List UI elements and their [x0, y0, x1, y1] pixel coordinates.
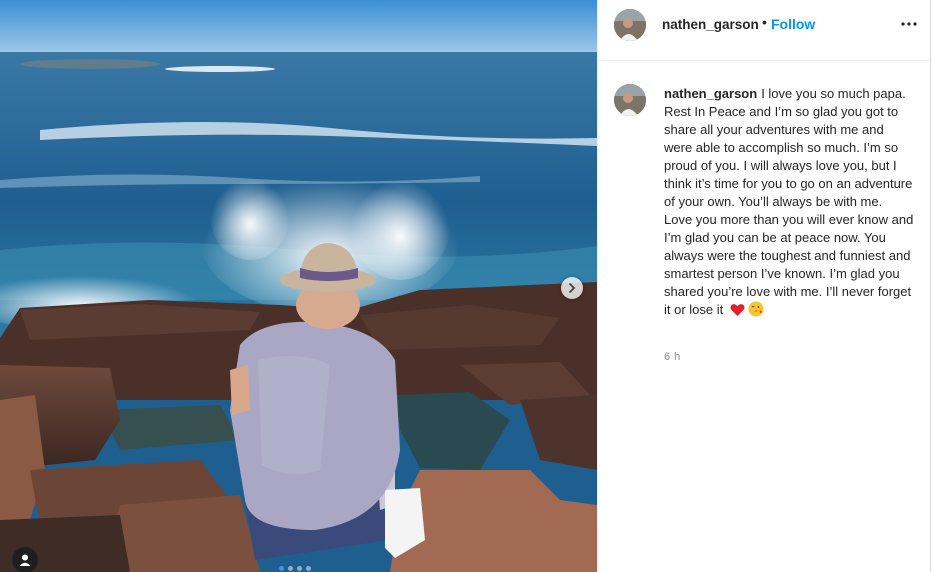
- ellipsis-icon: [901, 22, 917, 26]
- carousel-indicator: [279, 566, 311, 571]
- carousel-dot: [297, 566, 302, 571]
- more-options-button[interactable]: [898, 12, 920, 36]
- chevron-right-icon: [569, 283, 576, 293]
- post-header: nathen_garson • Follow: [598, 0, 930, 61]
- post-photo[interactable]: [0, 0, 597, 572]
- tagged-users-button[interactable]: [12, 547, 38, 572]
- caption-avatar[interactable]: [614, 84, 646, 116]
- separator-dot: •: [762, 14, 767, 30]
- carousel-dot-active: [279, 566, 284, 571]
- instagram-post: nathen_garson • Follow nathen_garson I l…: [0, 0, 932, 572]
- post-side-panel: nathen_garson • Follow nathen_garson I l…: [597, 0, 931, 572]
- follow-button[interactable]: Follow: [771, 16, 815, 32]
- user-icon: [19, 554, 31, 566]
- photo-scene: [0, 0, 597, 572]
- avatar[interactable]: [614, 9, 646, 41]
- caption-text: I love you so much papa. Rest In Peace a…: [664, 86, 914, 317]
- caption-username[interactable]: nathen_garson: [664, 86, 757, 101]
- avatar-image: [614, 84, 646, 116]
- red-heart-emoji: [730, 303, 745, 322]
- carousel-dot: [306, 566, 311, 571]
- avatar-image: [614, 9, 646, 41]
- username-link[interactable]: nathen_garson: [662, 17, 759, 32]
- post-caption: nathen_garson I love you so much papa. Re…: [664, 85, 914, 322]
- post-timestamp[interactable]: 6 h: [664, 351, 681, 363]
- carousel-dot: [288, 566, 293, 571]
- next-slide-button[interactable]: [561, 277, 583, 299]
- face-blowing-kiss-emoji: [748, 301, 764, 322]
